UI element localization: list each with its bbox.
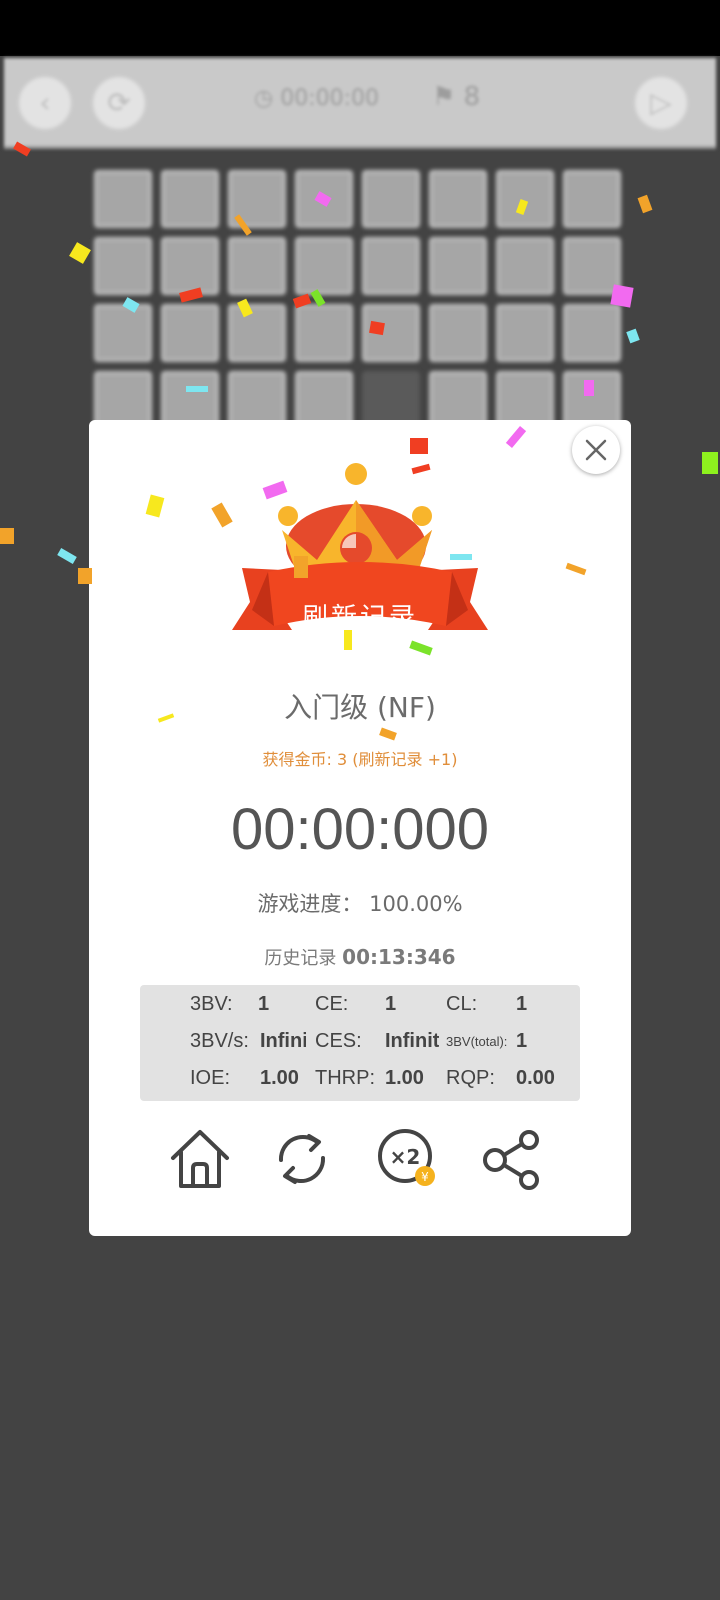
board-cell: [563, 170, 621, 228]
game-toolbar: ‹ ⟳ ◷ 00:00:00 ⚑ 8 ▷: [4, 58, 716, 149]
play-icon: ▷: [650, 86, 672, 119]
stat-label: CES:: [315, 1030, 362, 1052]
close-button[interactable]: [572, 426, 620, 474]
board-cell: [362, 304, 420, 362]
board-cell: [362, 170, 420, 228]
board-cell: [228, 237, 286, 295]
board-cell: [228, 304, 286, 362]
home-button[interactable]: [165, 1124, 235, 1194]
restart-button[interactable]: ⟳: [92, 76, 146, 130]
flag-counter: ⚑ 8: [432, 82, 480, 112]
stat-value: 1: [516, 993, 528, 1015]
board-cell: [295, 237, 353, 295]
timer-value: 00:00:00: [280, 86, 380, 111]
svg-text:×2: ×2: [390, 1145, 421, 1169]
board-cell: [362, 237, 420, 295]
stat-label: IOE:: [190, 1067, 231, 1089]
flag-icon: ⚑: [432, 82, 456, 112]
final-time: 00:00:000: [230, 797, 490, 862]
stat-label: THRP:: [315, 1067, 375, 1089]
board-cell: [161, 237, 219, 295]
board-cell: [295, 304, 353, 362]
home-icon: [171, 1130, 229, 1188]
board-cell: [496, 237, 554, 295]
chevron-left-icon: ‹: [39, 86, 51, 119]
play-button[interactable]: ▷: [634, 76, 688, 130]
replay-button[interactable]: [267, 1124, 337, 1194]
history-record: 历史记录 00:13:346: [89, 944, 631, 970]
replay-icon: [278, 1134, 326, 1184]
share-icon: [483, 1130, 539, 1190]
board-cell: [94, 237, 152, 295]
coins-earned: 获得金币: 3 (刷新记录 +1): [262, 750, 458, 769]
stat-value: 1.00: [385, 1067, 424, 1089]
status-bar: [0, 0, 720, 56]
flag-count: 8: [463, 82, 481, 112]
board-cell: [94, 170, 152, 228]
refresh-icon: ⟳: [107, 86, 131, 119]
double-coins-icon: ×2 ¥: [378, 1129, 435, 1186]
board-cell: [295, 170, 353, 228]
game-progress: 游戏进度： 100.00%: [257, 892, 463, 916]
history-value: 00:13:346: [342, 945, 456, 969]
stat-value: 1: [258, 993, 270, 1015]
board-cell: [563, 304, 621, 362]
stat-value: 1: [385, 993, 397, 1015]
stat-label: RQP:: [446, 1067, 495, 1089]
board-cell: [429, 304, 487, 362]
board-cell: [161, 170, 219, 228]
svg-text:¥: ¥: [421, 1170, 429, 1184]
board-cell: [496, 170, 554, 228]
stat-value: 1: [516, 1030, 528, 1052]
history-label: 历史记录: [264, 948, 337, 969]
board-cell: [429, 237, 487, 295]
stat-label: 3BV:: [190, 993, 233, 1015]
stats-panel: 3BV: 1 CE: 1 CL: 1 3BV/s: Infini CES: In…: [140, 985, 580, 1101]
difficulty-level: 入门级 (NF): [284, 691, 436, 724]
share-button[interactable]: [477, 1124, 547, 1194]
board-cell: [94, 304, 152, 362]
stat-value: Infinit: [385, 1030, 439, 1052]
double-coins-button[interactable]: ×2 ¥: [373, 1124, 443, 1194]
board-cell: [496, 304, 554, 362]
stat-value: Infini: [260, 1030, 306, 1052]
board-cell: [161, 304, 219, 362]
stat-value: 0.00: [516, 1067, 555, 1089]
stat-label: 3BV(total):: [446, 1034, 508, 1049]
back-button[interactable]: ‹: [18, 76, 72, 130]
minefield-board: [94, 170, 630, 429]
close-icon: [585, 439, 607, 461]
game-timer: ◷ 00:00:00: [254, 86, 379, 111]
stat-label: CE:: [315, 993, 349, 1015]
board-cell: [429, 170, 487, 228]
board-cell: [228, 170, 286, 228]
new-record-banner: 刷新记录: [301, 603, 418, 633]
board-cell: [563, 237, 621, 295]
stat-label: 3BV/s:: [190, 1030, 249, 1052]
stat-value: 1.00: [260, 1067, 299, 1089]
stat-label: CL:: [446, 993, 478, 1015]
dialog-actions: ×2 ¥: [89, 1124, 631, 1198]
clock-icon: ◷: [254, 86, 274, 111]
